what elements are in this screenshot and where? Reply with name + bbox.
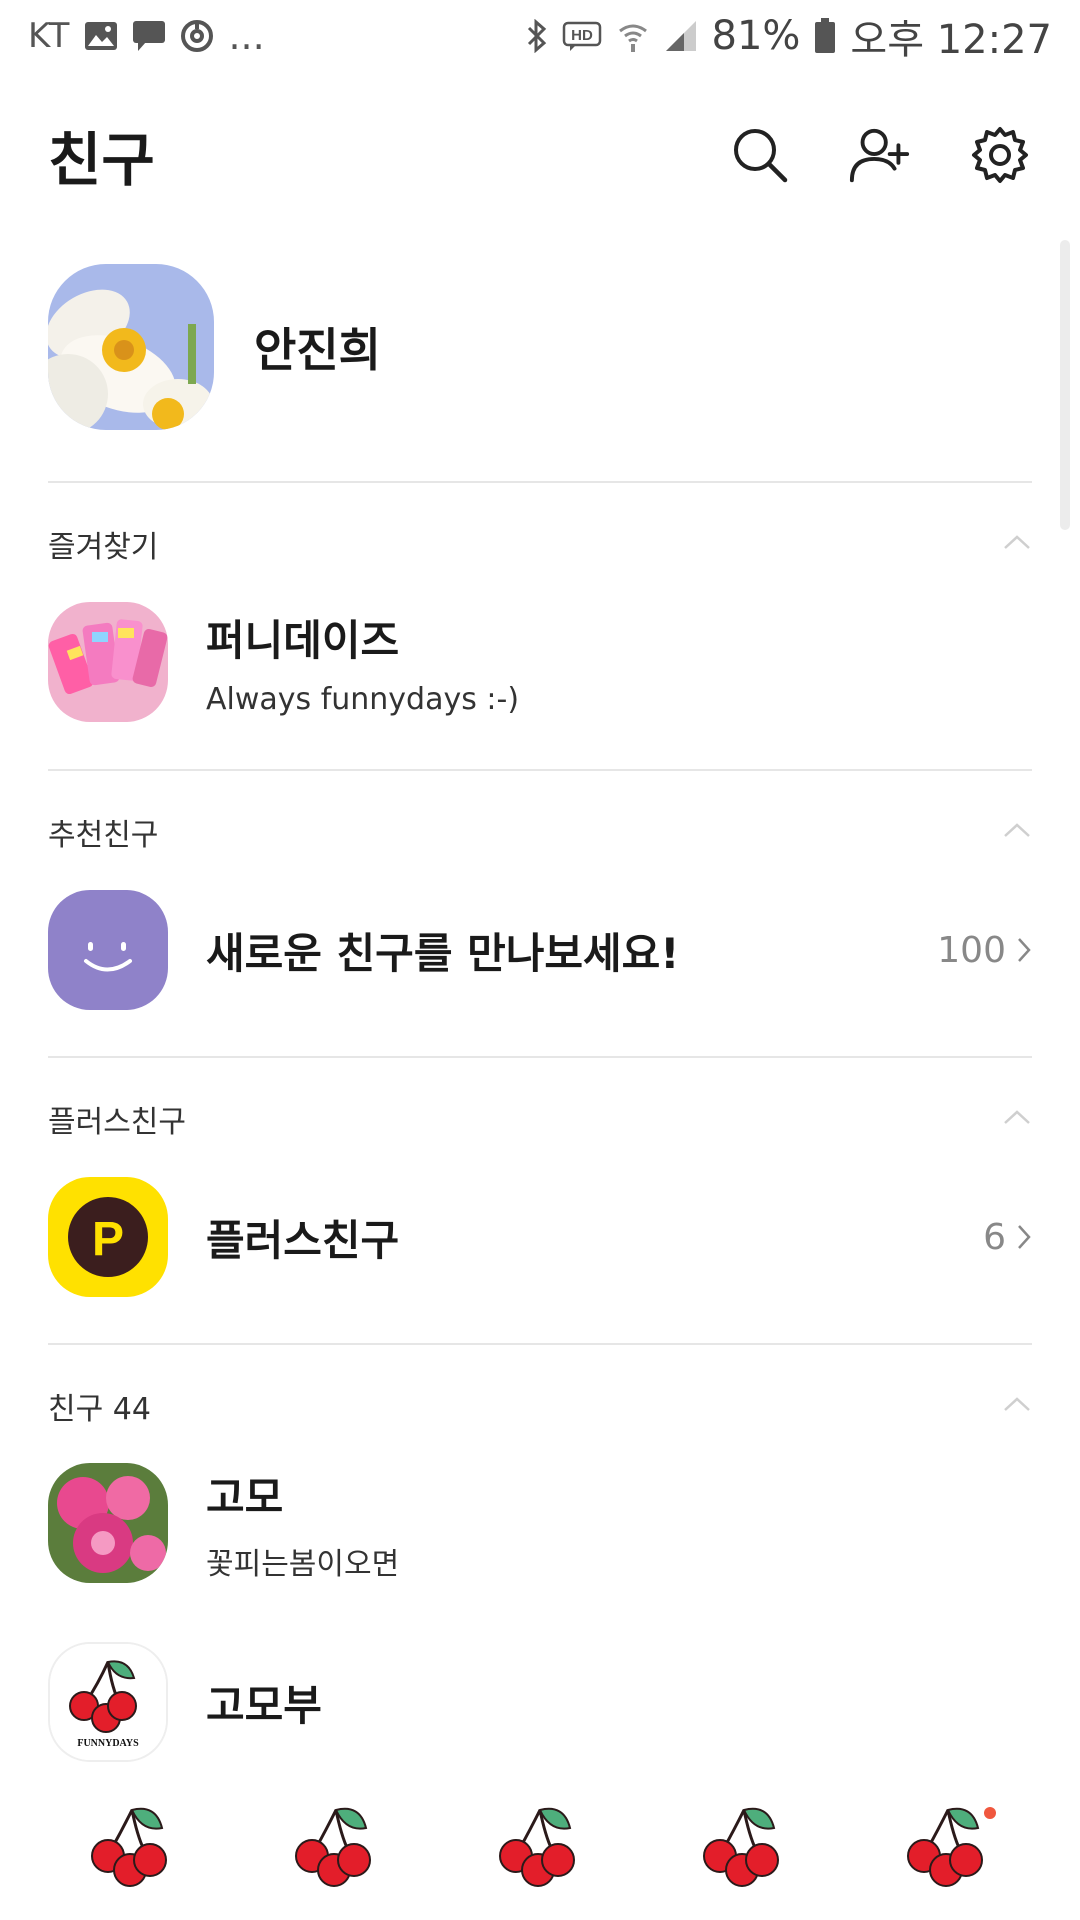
friend-status-message: 꽃피는봄이오면 (206, 1546, 400, 1582)
cherry-friends-icon (91, 1807, 167, 1887)
tab-friends[interactable] (72, 1795, 192, 1895)
add-friend-button[interactable] (848, 123, 912, 187)
gallery-icon (84, 21, 118, 51)
status-time: 오후 12:27 (850, 17, 1052, 63)
app-header: 친구 (0, 100, 1080, 210)
friend-avatar: FUNNYDAYS (48, 1642, 168, 1762)
funnydays-avatar (48, 602, 168, 722)
friend-texts: 고모 꽃피는봄이오면 (206, 1464, 1032, 1583)
friend-avatar (48, 1463, 168, 1583)
signal-icon (664, 19, 698, 53)
funnydays-logo-text: FUNNYDAYS (77, 1738, 139, 1749)
status-left: KT ... (28, 14, 265, 58)
add-friend-icon (849, 128, 910, 183)
battery-icon (814, 18, 836, 54)
section-label-recommended: 추천친구 (48, 818, 159, 853)
sync-icon (180, 19, 214, 53)
section-label-plus-friends: 플러스친구 (48, 1105, 186, 1140)
cherry-chats-icon (295, 1807, 371, 1887)
notification-badge (984, 1807, 996, 1819)
favorite-texts: 퍼니데이즈 Always funnydays :-) (206, 607, 1032, 717)
count-value: 6 (983, 1216, 1006, 1258)
bluetooth-icon (526, 19, 548, 53)
tab-search[interactable] (480, 1795, 600, 1895)
recommended-texts: 새로운 친구를 만나보세요! (206, 920, 937, 981)
recommended-title: 새로운 친구를 만나보세요! (206, 928, 680, 978)
friend-name: 고모 (206, 1472, 284, 1522)
scroll-indicator[interactable] (1060, 240, 1070, 530)
hd-label-text: HD (571, 27, 593, 44)
message-icon (132, 20, 166, 52)
my-profile[interactable]: 안진희 (48, 262, 1032, 432)
plus-friends-title: 플러스친구 (206, 1215, 400, 1265)
chevron-up-icon (1004, 1397, 1030, 1411)
plus-logo-letter: P (92, 1213, 124, 1266)
collapse-plus-friends-button[interactable] (1002, 1107, 1032, 1127)
section-label-friends: 친구 44 (48, 1392, 151, 1427)
cherry-news-icon (703, 1807, 779, 1887)
wifi-icon (616, 19, 650, 53)
plus-friend-icon: P (48, 1177, 168, 1297)
search-button[interactable] (728, 123, 792, 187)
smiley-avatar (48, 890, 168, 1010)
smile-face-icon (48, 890, 168, 1010)
chevron-up-icon (1004, 1110, 1030, 1124)
plus-friends-count: 6 (983, 1217, 1032, 1258)
status-right: HD 81% 오후 12:27 (526, 7, 1052, 65)
search-icon (734, 129, 788, 183)
tab-news[interactable] (684, 1795, 804, 1895)
friend-name: 퍼니데이즈 (206, 616, 400, 665)
recommended-count: 100 (937, 930, 1032, 971)
tab-more[interactable] (888, 1795, 1008, 1895)
friend-status-message: Always funnydays :-) (206, 682, 520, 717)
profile-name: 안진희 (254, 323, 381, 377)
settings-icon (972, 127, 1028, 183)
section-label-favorites: 즐겨찾기 (48, 530, 159, 565)
friend-name: 고모부 (206, 1680, 322, 1730)
chevron-up-icon (1004, 823, 1030, 837)
cherry-logo: FUNNYDAYS (50, 1644, 166, 1760)
battery-percent: 81% (711, 13, 801, 59)
collapse-favorites-button[interactable] (1002, 532, 1032, 552)
friend-item[interactable]: 고모 꽃피는봄이오면 (48, 1461, 1032, 1585)
friend-item[interactable]: FUNNYDAYS 고모부 (48, 1640, 1032, 1764)
collapse-friends-button[interactable] (1002, 1394, 1032, 1414)
page-title: 친구 (48, 126, 155, 194)
divider (48, 1056, 1032, 1058)
collapse-recommended-button[interactable] (1002, 820, 1032, 840)
plus-friends-row[interactable]: P 플러스친구 6 (48, 1175, 1032, 1299)
hd-voice-icon: HD (562, 20, 602, 52)
header-actions (728, 123, 1032, 187)
tab-chats[interactable] (276, 1795, 396, 1895)
chevron-right-icon (1018, 938, 1031, 962)
profile-avatar[interactable] (48, 264, 214, 430)
bottom-tab-bar (0, 1790, 1080, 1900)
cherry-more-icon (907, 1807, 983, 1887)
carrier-label: KT (28, 16, 71, 56)
cherry-search-icon (499, 1807, 575, 1887)
chevron-right-icon (1018, 1225, 1031, 1249)
more-notifications: ... (228, 14, 265, 58)
favorite-item-funnydays[interactable]: 퍼니데이즈 Always funnydays :-) (48, 600, 1032, 724)
divider (48, 1343, 1032, 1345)
divider (48, 769, 1032, 771)
count-value: 100 (937, 929, 1006, 971)
plus-friend-logo: P (48, 1177, 168, 1297)
settings-button[interactable] (968, 123, 1032, 187)
friend-texts: 고모부 (206, 1672, 1032, 1733)
chevron-up-icon (1004, 535, 1030, 549)
recommended-friends-row[interactable]: 새로운 친구를 만나보세요! 100 (48, 888, 1032, 1012)
plus-friends-texts: 플러스친구 (206, 1207, 983, 1268)
divider (48, 481, 1032, 483)
status-bar: KT ... HD 81% 오후 12:27 (0, 0, 1080, 72)
